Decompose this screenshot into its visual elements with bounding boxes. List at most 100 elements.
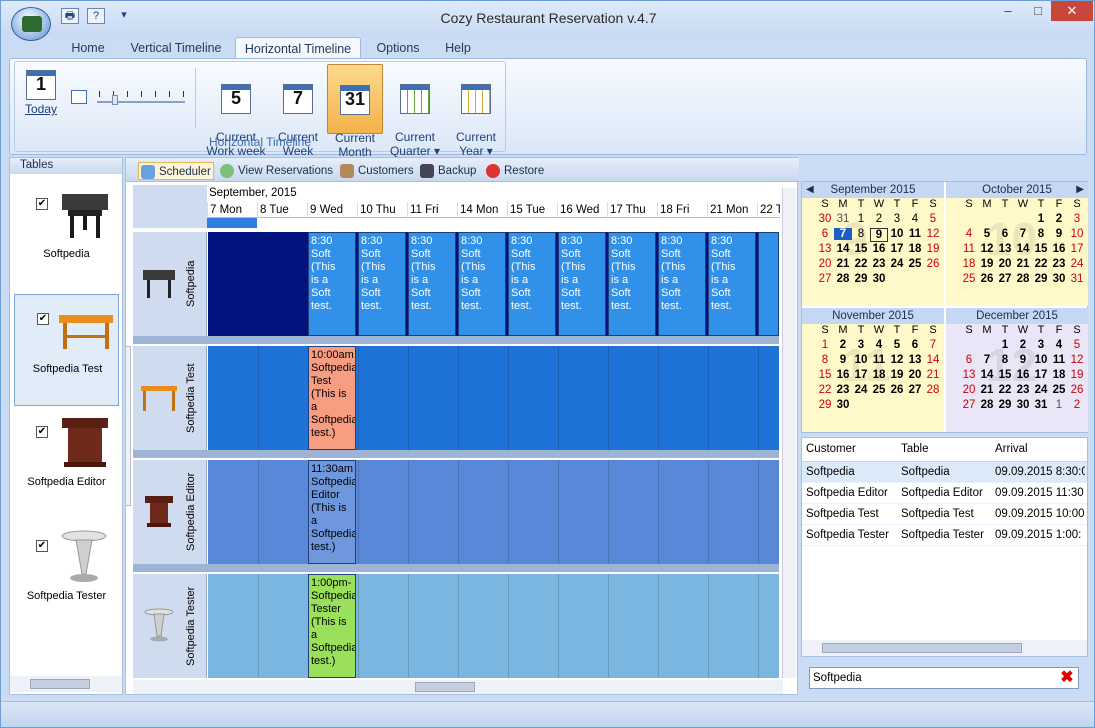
tab-backup[interactable]: Backup [418, 162, 478, 180]
table-checkbox[interactable]: ✔ [37, 313, 49, 325]
appointment[interactable]: 8:30 Soft (This is a Soft test. [508, 232, 556, 336]
column-header-arrival[interactable]: Arrival [995, 443, 1028, 455]
dow-label: W [1017, 324, 1029, 336]
day-header[interactable]: 22 Tu [757, 202, 780, 218]
reservations-list: Customer Table Arrival Softpedia Softpedi… [801, 437, 1088, 657]
list-row[interactable]: Softpedia Tester Softpedia Tester 09.09.20… [802, 525, 1087, 546]
dow-label: M [838, 198, 848, 210]
tab-vertical-timeline[interactable]: Vertical Timeline [121, 37, 231, 59]
table-item[interactable]: ✔ Softpedia [14, 180, 119, 292]
prev-month-icon[interactable]: ◀ [806, 182, 814, 198]
appointment[interactable]: 10:00am Softpedia Test (This is a Softpe… [308, 346, 356, 450]
lane-name: Softpedia Test [185, 363, 197, 433]
globe-icon [220, 164, 234, 178]
day-header[interactable]: 11 Fri [407, 202, 457, 218]
tab-restore[interactable]: Restore [484, 162, 548, 180]
scroll-thumb[interactable] [415, 682, 475, 692]
lane-cells[interactable]: 11:30am Softpedia Editor (This is a Soft… [208, 460, 779, 564]
day-gridline [458, 346, 459, 450]
day-header[interactable]: 8 Tue [257, 202, 307, 218]
dow-label: S [929, 198, 937, 210]
date-picker-icon[interactable] [71, 90, 87, 104]
lane-header: Softpedia Tester [133, 574, 207, 678]
tables-hscrollbar[interactable] [10, 676, 122, 692]
appointment[interactable]: 8:30 Soft (This is a Soft test. [458, 232, 506, 336]
list-row[interactable]: Softpedia Editor Softpedia Editor 09.09.20… [802, 483, 1087, 504]
appointment[interactable] [758, 232, 779, 336]
lane-cells[interactable]: 1:00pm- Softpedia Tester (This is a Soft… [208, 574, 779, 678]
appointment[interactable]: 8:30 Soft (This is a Soft test. [608, 232, 656, 336]
day-header[interactable]: 15 Tue [507, 202, 557, 218]
scroll-thumb[interactable] [30, 679, 90, 689]
table-checkbox[interactable]: ✔ [36, 540, 48, 552]
appointment[interactable]: 8:30 Soft (This is a Soft test. [358, 232, 406, 336]
search-value: Softpedia [813, 672, 862, 684]
day-header[interactable]: 10 Thu [357, 202, 407, 218]
table-item[interactable]: ✔ Softpedia Test [14, 294, 119, 406]
selected-day-indicator [207, 218, 257, 228]
slider-tick [141, 91, 142, 97]
slider-thumb[interactable] [112, 95, 118, 105]
list-hscrollbar[interactable] [802, 640, 1087, 656]
day-header[interactable]: 17 Thu [607, 202, 657, 218]
table-checkbox[interactable]: ✔ [36, 198, 48, 210]
appointment[interactable]: 8:30 Soft (This is a Soft test. [408, 232, 456, 336]
column-header-customer[interactable]: Customer [806, 443, 856, 455]
lane-cells[interactable]: 8:30 Soft (This is a Soft test. 8:30 Sof… [208, 232, 779, 336]
close-button[interactable]: ✕ [1051, 1, 1093, 21]
mini-calendar-panel: ◀ September 2015 SMTWTFS 9 30 31 1 2 3 4 5 6789… [801, 181, 1088, 433]
appointment[interactable]: 8:30 Soft (This is a Soft test. [708, 232, 756, 336]
clear-search-icon[interactable]: ✖ [1058, 670, 1076, 686]
appointment[interactable]: 8:30 Soft (This is a Soft test. [658, 232, 706, 336]
slider-tick [169, 91, 170, 97]
appointment[interactable]: 8:30 Soft (This is a Soft test. [558, 232, 606, 336]
table-item[interactable]: ✔ Softpedia Tester [14, 522, 119, 634]
day-gridline [508, 574, 509, 678]
quarter-calendar-icon [400, 84, 430, 114]
maximize-button[interactable]: □ [1021, 1, 1055, 21]
day-header[interactable]: 16 Wed [557, 202, 607, 218]
cell-customer: Softpedia [806, 466, 855, 478]
scroll-thumb[interactable] [822, 643, 1022, 653]
day-gridline [658, 346, 659, 450]
scheduler-hscrollbar[interactable] [133, 680, 783, 694]
appointment[interactable]: 8:30 Soft (This is a Soft test. [308, 232, 356, 336]
day-header[interactable]: 14 Mon [457, 202, 507, 218]
scheduler-vscrollbar[interactable] [782, 188, 796, 678]
tab-home[interactable]: Home [61, 37, 115, 59]
table-item[interactable]: ✔ Softpedia Editor [14, 408, 119, 520]
tab-help[interactable]: Help [435, 37, 481, 59]
minimize-button[interactable]: – [991, 1, 1025, 21]
tab-customers[interactable]: Customers [338, 162, 414, 180]
list-row[interactable]: Softpedia Test Softpedia Test 09.09.2015 1… [802, 504, 1087, 525]
current-week-button[interactable]: 7 Current Week [271, 64, 325, 158]
column-header-table[interactable]: Table [901, 443, 929, 455]
table-checkbox[interactable]: ✔ [36, 426, 48, 438]
tab-scheduler[interactable]: Scheduler [138, 162, 214, 180]
current-month-button[interactable]: 31 Current Month [327, 64, 383, 159]
current-work-week-button[interactable]: 5 Current Work week [205, 64, 267, 158]
today-button[interactable]: 1 Today [21, 64, 61, 134]
tab-view-reservations[interactable]: View Reservations [218, 162, 334, 180]
panel-splitter-handle[interactable] [125, 346, 131, 506]
list-row[interactable]: Softpedia Softpedia 09.09.2015 8:30:0 [802, 462, 1087, 483]
day-gridline [358, 460, 359, 564]
zoom-slider[interactable] [97, 91, 185, 105]
current-year-button[interactable]: Current Year ▾ [449, 64, 503, 158]
day-header[interactable]: 21 Mon [707, 202, 757, 218]
tab-horizontal-timeline[interactable]: Horizontal Timeline [235, 37, 361, 59]
next-month-icon[interactable]: ▶ [1076, 182, 1084, 198]
appointment[interactable]: 1:00pm- Softpedia Tester (This is a Soft… [308, 574, 356, 678]
day-gridline [608, 460, 609, 564]
current-quarter-button[interactable]: Current Quarter ▾ [387, 64, 443, 158]
day-header[interactable]: 18 Fri [657, 202, 707, 218]
search-input[interactable]: Softpedia ✖ [809, 667, 1079, 689]
day-gridline [608, 574, 609, 678]
lane-softpedia-tester: Softpedia Tester 1:00pm- Softpedia Teste… [133, 574, 779, 678]
slider-tick [127, 91, 128, 97]
day-header[interactable]: 9 Wed [307, 202, 357, 218]
tab-options[interactable]: Options [367, 37, 429, 59]
lane-cells[interactable]: 10:00am Softpedia Test (This is a Softpe… [208, 346, 779, 450]
day-header[interactable]: 7 Mon [207, 202, 257, 218]
appointment[interactable]: 11:30am Softpedia Editor (This is a Soft… [308, 460, 356, 564]
